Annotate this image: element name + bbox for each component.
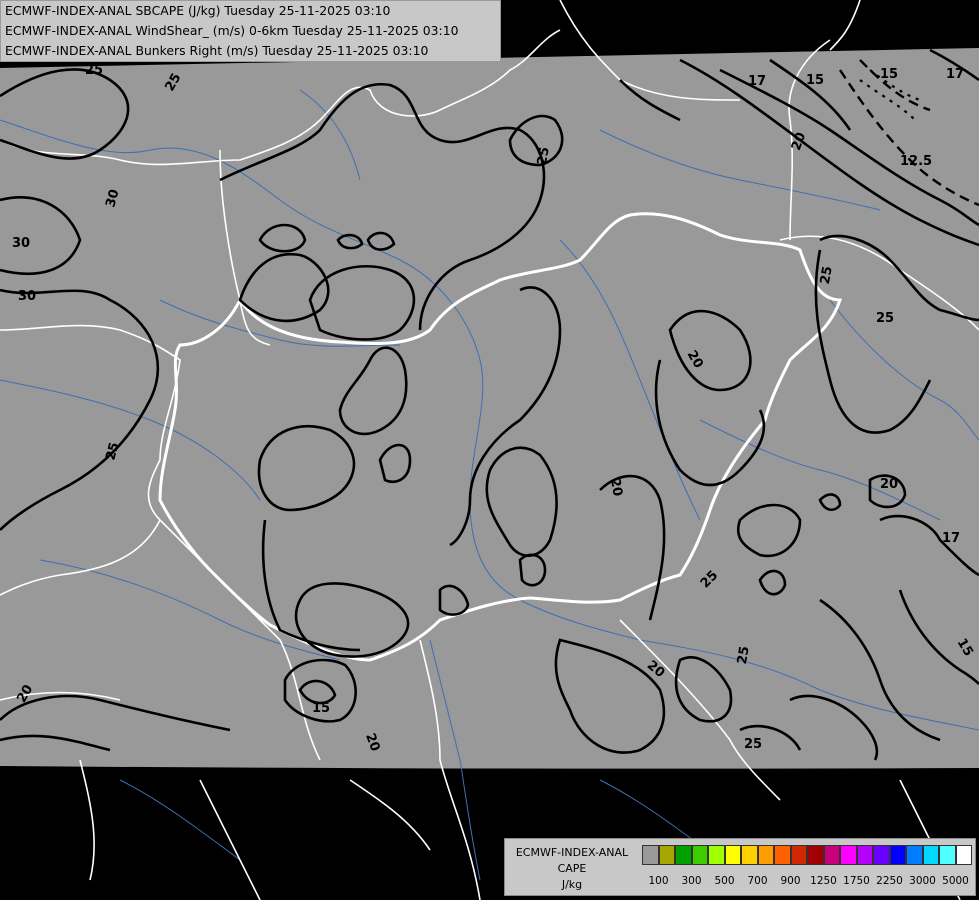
- legend-swatch: [774, 845, 791, 865]
- label-15-sw: 15: [312, 701, 330, 716]
- legend-ticks: 100 300 500 700 900 1250 1750 2250 3000 5000: [642, 875, 972, 889]
- legend-swatch: [922, 845, 939, 865]
- legend-swatch: [906, 845, 923, 865]
- legend-swatch: [658, 845, 675, 865]
- legend-unit: J/kg: [561, 878, 583, 891]
- label-25-ukraine: 25: [818, 265, 836, 285]
- legend-tick-label: 900: [780, 875, 801, 887]
- legend-tick-label: 1750: [843, 875, 870, 887]
- legend-swatch: [675, 845, 692, 865]
- header-line-bunkers: ECMWF-INDEX-ANAL Bunkers Right (m/s) Tue…: [5, 43, 429, 58]
- label-15-ne: 15: [806, 73, 824, 88]
- label-25-se: 25: [744, 737, 762, 752]
- cape-legend: ECMWF-INDEX-ANAL CAPE J/kg 100 300 500 700 9…: [504, 838, 976, 896]
- label-30-c: 30: [18, 289, 36, 304]
- legend-tick-label: 500: [714, 875, 735, 887]
- legend-swatch: [889, 845, 906, 865]
- label-12-5: 12.5: [900, 154, 932, 169]
- legend-swatch: [955, 845, 972, 865]
- legend-swatch: [708, 845, 725, 865]
- legend-tick-label: 1250: [810, 875, 837, 887]
- label-25-east: 25: [876, 311, 894, 326]
- legend-title-model: ECMWF-INDEX-ANAL: [515, 846, 629, 859]
- legend-swatch: [939, 845, 956, 865]
- legend-tick-label: 2250: [876, 875, 903, 887]
- label-17-east: 17: [942, 531, 960, 546]
- label-20-center: 20: [607, 477, 625, 497]
- legend-swatches: [642, 845, 972, 865]
- legend-swatch: [691, 845, 708, 865]
- label-30-b: 30: [12, 236, 30, 251]
- header-line-sbcape: ECMWF-INDEX-ANAL SBCAPE (J/kg) Tuesday 2…: [5, 3, 391, 18]
- legend-tick-label: 100: [648, 875, 669, 887]
- label-25-poland: 25: [535, 146, 553, 166]
- label-17-ne-corner: 17: [946, 67, 964, 82]
- map-header: ECMWF-INDEX-ANAL SBCAPE (J/kg) Tuesday 2…: [0, 0, 501, 62]
- legend-swatch: [823, 845, 840, 865]
- legend-tick-label: 3000: [909, 875, 936, 887]
- label-17-ne: 17: [748, 74, 766, 89]
- legend-title-param: CAPE: [557, 862, 587, 875]
- label-25-nw: 25: [85, 63, 103, 78]
- label-20-romania: 20: [880, 477, 898, 492]
- header-line-windshear: ECMWF-INDEX-ANAL WindShear_ (m/s) 0-6km …: [5, 23, 459, 38]
- legend-title: ECMWF-INDEX-ANAL CAPE J/kg: [507, 845, 637, 893]
- legend-swatch: [807, 845, 824, 865]
- legend-swatch: [790, 845, 807, 865]
- legend-swatch: [642, 845, 659, 865]
- legend-tick-label: 700: [747, 875, 768, 887]
- label-15-ne-dashed: 15: [880, 67, 898, 82]
- legend-swatch: [840, 845, 857, 865]
- legend-swatch: [856, 845, 873, 865]
- legend-tick-label: 300: [681, 875, 702, 887]
- label-25-south: 25: [735, 645, 753, 665]
- legend-swatch: [757, 845, 774, 865]
- legend-swatch: [724, 845, 741, 865]
- legend-swatch: [741, 845, 758, 865]
- legend-tick-label: 5000: [942, 875, 969, 887]
- weather-map: 25 25 25 30 30 30 25 17 15 20 15 17 12.5…: [0, 0, 979, 900]
- legend-swatch: [873, 845, 890, 865]
